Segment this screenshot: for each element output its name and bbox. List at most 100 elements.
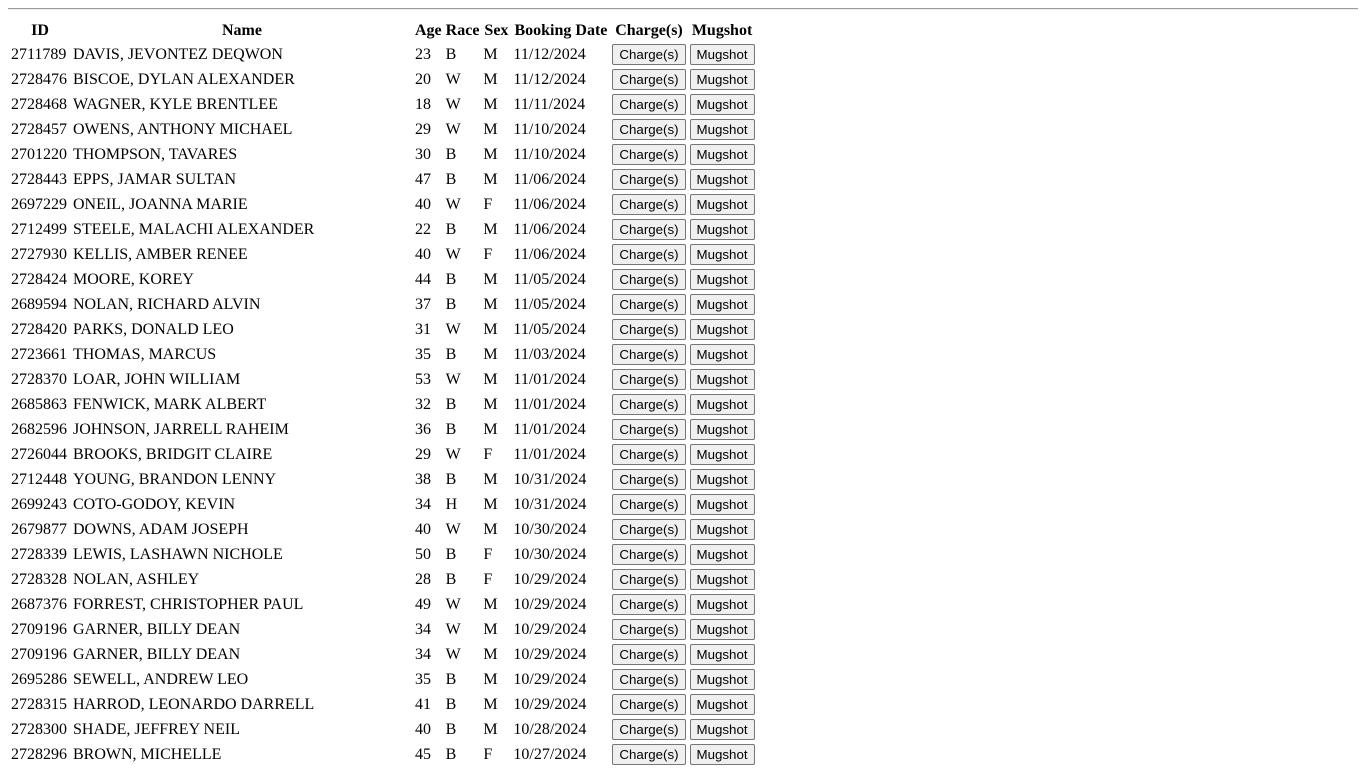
mugshot-button[interactable]: Mugshot xyxy=(689,494,755,515)
name-cell: ONEIL, JOANNA MARIE xyxy=(73,195,248,213)
charges-button[interactable]: Charge(s) xyxy=(612,194,686,215)
mugshot-button[interactable]: Mugshot xyxy=(689,644,755,665)
name-cell: GARNER, BILLY DEAN xyxy=(73,620,241,638)
mugshot-button[interactable]: Mugshot xyxy=(689,344,755,365)
mugshot-button[interactable]: Mugshot xyxy=(689,694,755,715)
charges-button[interactable]: Charge(s) xyxy=(612,619,686,640)
table-row: 2723661 THOMAS, MARCUS 35 B M 11/03/2024 Charg… xyxy=(10,343,756,366)
mugshot-cell: Mugshot xyxy=(689,568,756,591)
charges-button[interactable]: Charge(s) xyxy=(612,244,686,265)
booking-date-cell: 11/01/2024 xyxy=(513,420,586,438)
mugshot-cell: Mugshot xyxy=(689,518,756,541)
charges-button[interactable]: Charge(s) xyxy=(612,469,686,490)
mugshot-cell: Mugshot xyxy=(689,668,756,691)
sex-cell: M xyxy=(483,45,498,63)
name-cell: GARNER, BILLY DEAN xyxy=(73,645,241,663)
mugshot-button[interactable]: Mugshot xyxy=(689,69,755,90)
name-cell: MOORE, KOREY xyxy=(73,270,194,288)
race-cell: B xyxy=(445,145,457,163)
mugshot-button[interactable]: Mugshot xyxy=(689,619,755,640)
name-cell: JOHNSON, JARRELL RAHEIM xyxy=(73,420,289,438)
booking-date-cell: 10/31/2024 xyxy=(513,470,587,488)
booking-date-cell: 10/28/2024 xyxy=(513,720,587,738)
mugshot-button[interactable]: Mugshot xyxy=(689,194,755,215)
name-cell: PARKS, DONALD LEO xyxy=(73,320,234,338)
sex-cell: M xyxy=(483,495,498,513)
sex-cell: F xyxy=(483,570,493,588)
charges-button[interactable]: Charge(s) xyxy=(612,319,686,340)
charges-button[interactable]: Charge(s) xyxy=(612,219,686,240)
charges-button[interactable]: Charge(s) xyxy=(612,669,686,690)
charges-cell: Charge(s) xyxy=(611,518,686,541)
mugshot-button[interactable]: Mugshot xyxy=(689,369,755,390)
charges-button[interactable]: Charge(s) xyxy=(612,294,686,315)
charges-button[interactable]: Charge(s) xyxy=(612,544,686,565)
charges-button[interactable]: Charge(s) xyxy=(612,494,686,515)
mugshot-button[interactable]: Mugshot xyxy=(689,119,755,140)
age-cell: 40 xyxy=(415,720,431,738)
charges-button[interactable]: Charge(s) xyxy=(612,719,686,740)
charges-button[interactable]: Charge(s) xyxy=(612,169,686,190)
table-body: 2711789 DAVIS, JEVONTEZ DEQWON 23 B M 11/12/2… xyxy=(10,43,756,766)
age-cell: 44 xyxy=(415,270,431,288)
charges-button[interactable]: Charge(s) xyxy=(612,119,686,140)
charges-button[interactable]: Charge(s) xyxy=(612,69,686,90)
mugshot-button[interactable]: Mugshot xyxy=(689,744,755,765)
mugshot-button[interactable]: Mugshot xyxy=(689,519,755,540)
race-cell: B xyxy=(445,295,457,313)
age-cell: 41 xyxy=(415,695,431,713)
race-cell: B xyxy=(445,545,457,563)
charges-button[interactable]: Charge(s) xyxy=(612,444,686,465)
id-cell: 2679877 xyxy=(11,520,67,538)
charges-cell: Charge(s) xyxy=(611,668,686,691)
sex-cell: F xyxy=(483,245,493,263)
mugshot-button[interactable]: Mugshot xyxy=(689,169,755,190)
mugshot-button[interactable]: Mugshot xyxy=(689,419,755,440)
booking-date-cell: 11/06/2024 xyxy=(513,170,586,188)
mugshot-button[interactable]: Mugshot xyxy=(689,294,755,315)
charges-button[interactable]: Charge(s) xyxy=(612,44,686,65)
charges-button[interactable]: Charge(s) xyxy=(612,394,686,415)
mugshot-button[interactable]: Mugshot xyxy=(689,394,755,415)
mugshot-button[interactable]: Mugshot xyxy=(689,569,755,590)
mugshot-button[interactable]: Mugshot xyxy=(689,94,755,115)
mugshot-button[interactable]: Mugshot xyxy=(689,44,755,65)
charges-button[interactable]: Charge(s) xyxy=(612,594,686,615)
mugshot-button[interactable]: Mugshot xyxy=(689,469,755,490)
mugshot-button[interactable]: Mugshot xyxy=(689,669,755,690)
age-cell: 50 xyxy=(415,545,431,563)
mugshot-button[interactable]: Mugshot xyxy=(689,244,755,265)
mugshot-cell: Mugshot xyxy=(689,593,756,616)
charges-button[interactable]: Charge(s) xyxy=(612,694,686,715)
charges-button[interactable]: Charge(s) xyxy=(612,569,686,590)
name-cell: BROOKS, BRIDGIT CLAIRE xyxy=(73,445,273,463)
charges-cell: Charge(s) xyxy=(611,643,686,666)
id-cell: 2728328 xyxy=(11,570,67,588)
table-row: 2712448 YOUNG, BRANDON LENNY 38 B M 10/31/202… xyxy=(10,468,756,491)
charges-button[interactable]: Charge(s) xyxy=(612,94,686,115)
booking-date-cell: 11/06/2024 xyxy=(513,220,586,238)
race-cell: W xyxy=(445,520,461,538)
mugshot-button[interactable]: Mugshot xyxy=(689,594,755,615)
mugshot-button[interactable]: Mugshot xyxy=(689,144,755,165)
booking-date-cell: 11/05/2024 xyxy=(513,295,586,313)
sex-cell: M xyxy=(483,270,498,288)
booking-date-cell: 11/01/2024 xyxy=(513,445,586,463)
mugshot-button[interactable]: Mugshot xyxy=(689,719,755,740)
mugshot-cell: Mugshot xyxy=(689,743,756,766)
charges-button[interactable]: Charge(s) xyxy=(612,344,686,365)
mugshot-button[interactable]: Mugshot xyxy=(689,444,755,465)
charges-button[interactable]: Charge(s) xyxy=(612,144,686,165)
name-cell: NOLAN, RICHARD ALVIN xyxy=(73,295,261,313)
mugshot-button[interactable]: Mugshot xyxy=(689,269,755,290)
mugshot-button[interactable]: Mugshot xyxy=(689,219,755,240)
charges-button[interactable]: Charge(s) xyxy=(612,519,686,540)
charges-button[interactable]: Charge(s) xyxy=(612,419,686,440)
booking-date-cell: 11/05/2024 xyxy=(513,270,586,288)
charges-button[interactable]: Charge(s) xyxy=(612,644,686,665)
charges-button[interactable]: Charge(s) xyxy=(612,369,686,390)
charges-button[interactable]: Charge(s) xyxy=(612,269,686,290)
mugshot-button[interactable]: Mugshot xyxy=(689,544,755,565)
mugshot-button[interactable]: Mugshot xyxy=(689,319,755,340)
charges-button[interactable]: Charge(s) xyxy=(612,744,686,765)
